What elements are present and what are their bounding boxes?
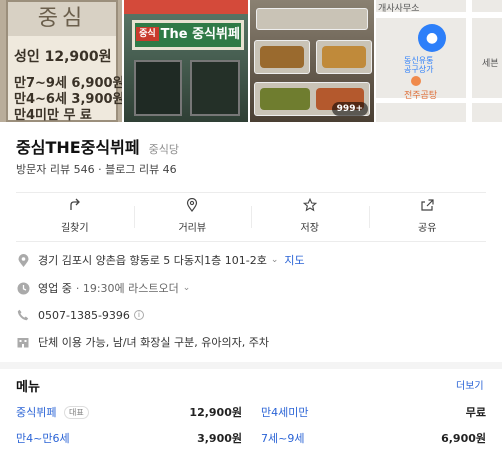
review-separator: · bbox=[98, 163, 102, 176]
menu-item[interactable]: 중식뷔페 대표 bbox=[16, 404, 89, 420]
place-category: 중식당 bbox=[148, 143, 180, 156]
board-adult-price: 성인 12,900원 bbox=[14, 49, 112, 65]
hours-detail: · 19:30에 라스트오더 bbox=[75, 282, 179, 295]
menu-more-link[interactable]: 더보기 bbox=[456, 377, 484, 392]
restaurant-poi-icon bbox=[411, 76, 421, 86]
map-pin-icon: ● bbox=[418, 24, 446, 52]
address-text: 경기 김포시 양촌읍 향동로 5 다동지1층 101-2호 bbox=[38, 254, 267, 267]
menu-item-name[interactable]: 중식뷔페 bbox=[16, 406, 56, 419]
action-label: 저장 bbox=[300, 223, 319, 234]
menu-item-price: 6,900원 bbox=[441, 432, 486, 445]
awning bbox=[124, 0, 248, 14]
shop-window bbox=[134, 60, 182, 116]
street-view-icon bbox=[134, 197, 252, 216]
chevron-down-icon[interactable]: ⌄ bbox=[271, 255, 279, 265]
address-row[interactable]: 경기 김포시 양촌읍 향동로 5 다동지1층 101-2호 ⌄ 지도 bbox=[16, 252, 305, 268]
map-poi-label: 전주곰탕 bbox=[404, 91, 438, 101]
share-icon bbox=[369, 198, 487, 216]
map-road bbox=[376, 98, 502, 103]
sign-text: The 중식뷔페 bbox=[160, 27, 240, 42]
action-bar: 길찾기 거리뷰 저장 공유 bbox=[16, 192, 486, 242]
share-button[interactable]: 공유 bbox=[368, 193, 487, 241]
action-label: 거리뷰 bbox=[178, 223, 207, 234]
signature-badge: 대표 bbox=[63, 406, 89, 419]
food bbox=[322, 46, 366, 68]
price-board: 중심 성인 12,900원 만7~9세 6,900원 만4~6세 3,900원 … bbox=[6, 0, 122, 122]
blog-reviews-link[interactable]: 블로그 리뷰 46 bbox=[105, 163, 177, 176]
info-icon[interactable]: i bbox=[133, 310, 144, 320]
place-title: 중심THE중식뷔페 중식당 bbox=[16, 134, 179, 157]
storefront-sign: 중식 The 중식뷔페 bbox=[132, 20, 244, 50]
map-label: 세븐 bbox=[482, 59, 499, 69]
photo-storefront[interactable]: 중식 The 중식뷔페 bbox=[124, 0, 250, 122]
photo-price-board[interactable]: 중심 성인 12,900원 만7~9세 6,900원 만4~6세 3,900원 … bbox=[0, 0, 124, 122]
board-heading: 중심 bbox=[8, 2, 116, 36]
amenities-text: 단체 이용 가능, 남/녀 화장실 구분, 유아의자, 주차 bbox=[38, 336, 269, 349]
shop-window bbox=[190, 60, 240, 116]
board-under4-price: 만4미만 무 료 bbox=[14, 108, 92, 122]
street-view-button[interactable]: 거리뷰 bbox=[133, 193, 252, 241]
place-name: 중심THE중식뷔페 bbox=[16, 138, 140, 157]
clock-icon bbox=[16, 281, 30, 295]
food bbox=[260, 88, 310, 110]
hours-row[interactable]: 영업 중 · 19:30에 라스트오더 ⌄ bbox=[16, 280, 190, 296]
phone-icon bbox=[16, 308, 30, 322]
photo-count-badge[interactable]: 999+ bbox=[331, 102, 368, 116]
directions-icon bbox=[16, 198, 134, 216]
menu-item-name[interactable]: 7세~9세 bbox=[261, 432, 304, 445]
photo-strip[interactable]: 중심 성인 12,900원 만7~9세 6,900원 만4~6세 3,900원 … bbox=[0, 0, 502, 122]
menu-item[interactable]: 7세~9세 bbox=[261, 430, 304, 446]
action-label: 공유 bbox=[418, 223, 437, 234]
visitor-reviews-link[interactable]: 방문자 리뷰 546 bbox=[16, 163, 95, 176]
save-button[interactable]: 저장 bbox=[251, 193, 369, 241]
menu-item[interactable]: 만4~만6세 bbox=[16, 430, 70, 446]
menu-item[interactable]: 만4세미만 bbox=[261, 404, 308, 420]
map-label: 개사사무소 bbox=[378, 4, 420, 14]
mini-map[interactable]: 개사사무소 ● 동신유통 공구상가 전주곰탕 세븐 bbox=[376, 0, 502, 122]
sign-badge: 중식 bbox=[136, 27, 159, 41]
map-road bbox=[466, 0, 472, 122]
hours-status: 영업 중 bbox=[38, 282, 72, 295]
phone-row[interactable]: 0507-1385-9396 i bbox=[16, 307, 144, 323]
menu-item-price: 3,900원 bbox=[197, 432, 242, 445]
map-link[interactable]: 지도 bbox=[284, 252, 304, 268]
food bbox=[260, 46, 304, 68]
section-divider bbox=[0, 362, 502, 369]
amenities-row: 단체 이용 가능, 남/녀 화장실 구분, 유아의자, 주차 bbox=[16, 334, 269, 350]
chevron-down-icon[interactable]: ⌄ bbox=[183, 283, 191, 293]
menu-heading: 메뉴 bbox=[16, 380, 40, 395]
star-icon bbox=[251, 197, 369, 216]
buffet-tray bbox=[256, 8, 368, 30]
phone-number[interactable]: 0507-1385-9396 bbox=[38, 309, 130, 322]
review-counts: 방문자 리뷰 546 · 블로그 리뷰 46 bbox=[16, 161, 177, 177]
menu-item-name[interactable]: 만4~만6세 bbox=[16, 432, 70, 445]
map-place-label: 동신유통 공구상가 bbox=[404, 56, 434, 74]
directions-button[interactable]: 길찾기 bbox=[16, 193, 134, 241]
photo-buffet[interactable]: 999+ bbox=[250, 0, 376, 122]
building-icon bbox=[16, 335, 30, 349]
location-pin-icon bbox=[16, 253, 30, 267]
menu-item-name[interactable]: 만4세미만 bbox=[261, 406, 308, 419]
action-label: 길찾기 bbox=[60, 223, 89, 234]
menu-item-price: 12,900원 bbox=[189, 406, 242, 419]
menu-item-price: 무료 bbox=[465, 406, 486, 419]
